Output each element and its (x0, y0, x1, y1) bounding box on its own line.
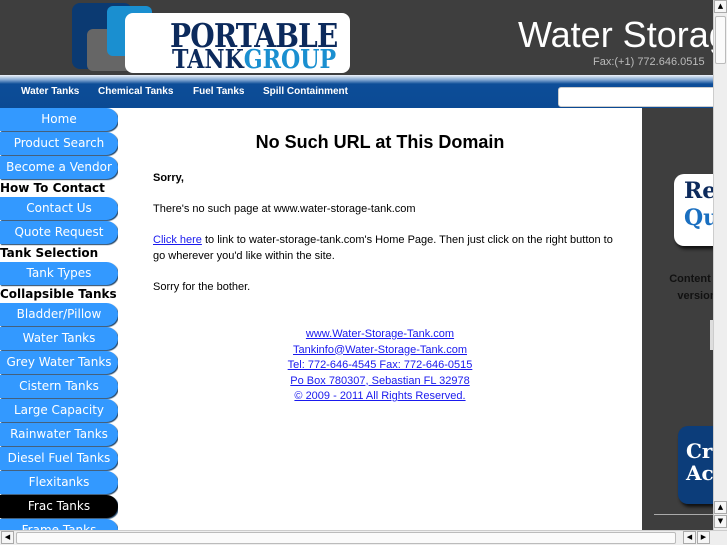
scroll-left-icon[interactable]: ◀ (683, 531, 696, 544)
request-quote-banner[interactable]: Re Qu (674, 174, 713, 246)
top-nav: Water Tanks Chemical Tanks Fuel Tanks Sp… (0, 75, 718, 108)
paragraph-text: to link to water-storage-tank.com's Home… (153, 234, 613, 262)
search-input[interactable] (558, 87, 718, 107)
credit-account-banner[interactable]: CreAc (678, 426, 713, 504)
sorry-text: Sorry, (153, 172, 184, 184)
nav-spill-containment[interactable]: Spill Containment (263, 86, 348, 97)
scroll-thumb[interactable] (16, 532, 676, 544)
sidebar-item[interactable]: Large Capacity (0, 399, 118, 422)
bother-text: Sorry for the bother. (153, 281, 251, 293)
right-panel-text: Content orversion (669, 273, 713, 302)
sidebar-item[interactable]: Flexitanks (0, 471, 118, 494)
sidebar-tank-types[interactable]: Tank Types (0, 262, 118, 285)
scroll-up-icon[interactable]: ▲ (714, 501, 727, 514)
phone-link[interactable]: Tel: 772-646-4545 Fax: 772-646-0515 (118, 358, 642, 374)
click-here-link[interactable]: Click here (153, 234, 202, 246)
header: PORTABLE TANKGROUP Water Storage Fax:(+1… (0, 0, 727, 75)
sidebar: Home Product Search Become a Vendor How … (0, 108, 118, 543)
site-title: Water Storage (518, 14, 727, 55)
section-heading: Tank Selection (0, 246, 99, 260)
sidebar-item[interactable]: Cistern Tanks (0, 375, 118, 398)
vertical-scrollbar[interactable]: ▲ ▲ ▼ (713, 0, 727, 530)
page-title: No Such URL at This Domain (255, 132, 505, 152)
address-link[interactable]: Po Box 780307, Sebastian FL 32978 (118, 374, 642, 390)
nav-water-tanks[interactable]: Water Tanks (21, 86, 79, 97)
nav-chemical-tanks[interactable]: Chemical Tanks (98, 86, 173, 97)
horizontal-scrollbar[interactable]: ◀ ◀ ▶ (0, 530, 727, 545)
sidebar-home[interactable]: Home (0, 108, 118, 131)
sidebar-item-active[interactable]: Frac Tanks (0, 495, 118, 518)
sidebar-contact-us[interactable]: Contact Us (0, 197, 118, 220)
logo-text: TANKGROUP (172, 45, 337, 75)
website-link[interactable]: www.Water-Storage-Tank.com (118, 327, 642, 343)
nav-fuel-tanks[interactable]: Fuel Tanks (193, 86, 245, 97)
section-heading: How To Contact (0, 181, 105, 195)
sidebar-item[interactable]: Water Tanks (0, 327, 118, 350)
email-link[interactable]: Tankinfo@Water-Storage-Tank.com (118, 343, 642, 359)
scroll-right-icon[interactable]: ▶ (697, 531, 710, 544)
scroll-up-icon[interactable]: ▲ (714, 0, 727, 13)
scroll-thumb[interactable] (715, 16, 726, 64)
sidebar-item[interactable]: Bladder/Pillow (0, 303, 118, 326)
divider (654, 514, 713, 515)
right-panel: ReQu Content orversion CreAc (642, 108, 713, 530)
scroll-down-icon[interactable]: ▼ (714, 515, 727, 528)
fax-number: Fax:(+1) 772.646.0515 (593, 56, 705, 68)
copyright-link[interactable]: © 2009 - 2011 All Rights Reserved. (118, 389, 642, 405)
click-here-paragraph: Click here to link to water-storage-tank… (153, 232, 613, 264)
section-heading: Collapsible Tanks (0, 287, 117, 301)
sidebar-item[interactable]: Diesel Fuel Tanks (0, 447, 118, 470)
main-content: No Such URL at This Domain Sorry, There'… (118, 108, 642, 530)
sidebar-item[interactable]: Grey Water Tanks (0, 351, 118, 374)
sidebar-product-search[interactable]: Product Search (0, 132, 118, 155)
sidebar-become-vendor[interactable]: Become a Vendor (0, 156, 118, 179)
sidebar-item[interactable]: Rainwater Tanks (0, 423, 118, 446)
portable-tank-group-logo[interactable]: PORTABLE TANKGROUP (72, 3, 352, 75)
scroll-left-icon[interactable]: ◀ (1, 531, 14, 544)
sidebar-quote-request[interactable]: Quote Request (0, 221, 118, 244)
footer-links: www.Water-Storage-Tank.com Tankinfo@Wate… (118, 327, 642, 405)
no-page-text: There's no such page at www.water-storag… (153, 203, 416, 215)
